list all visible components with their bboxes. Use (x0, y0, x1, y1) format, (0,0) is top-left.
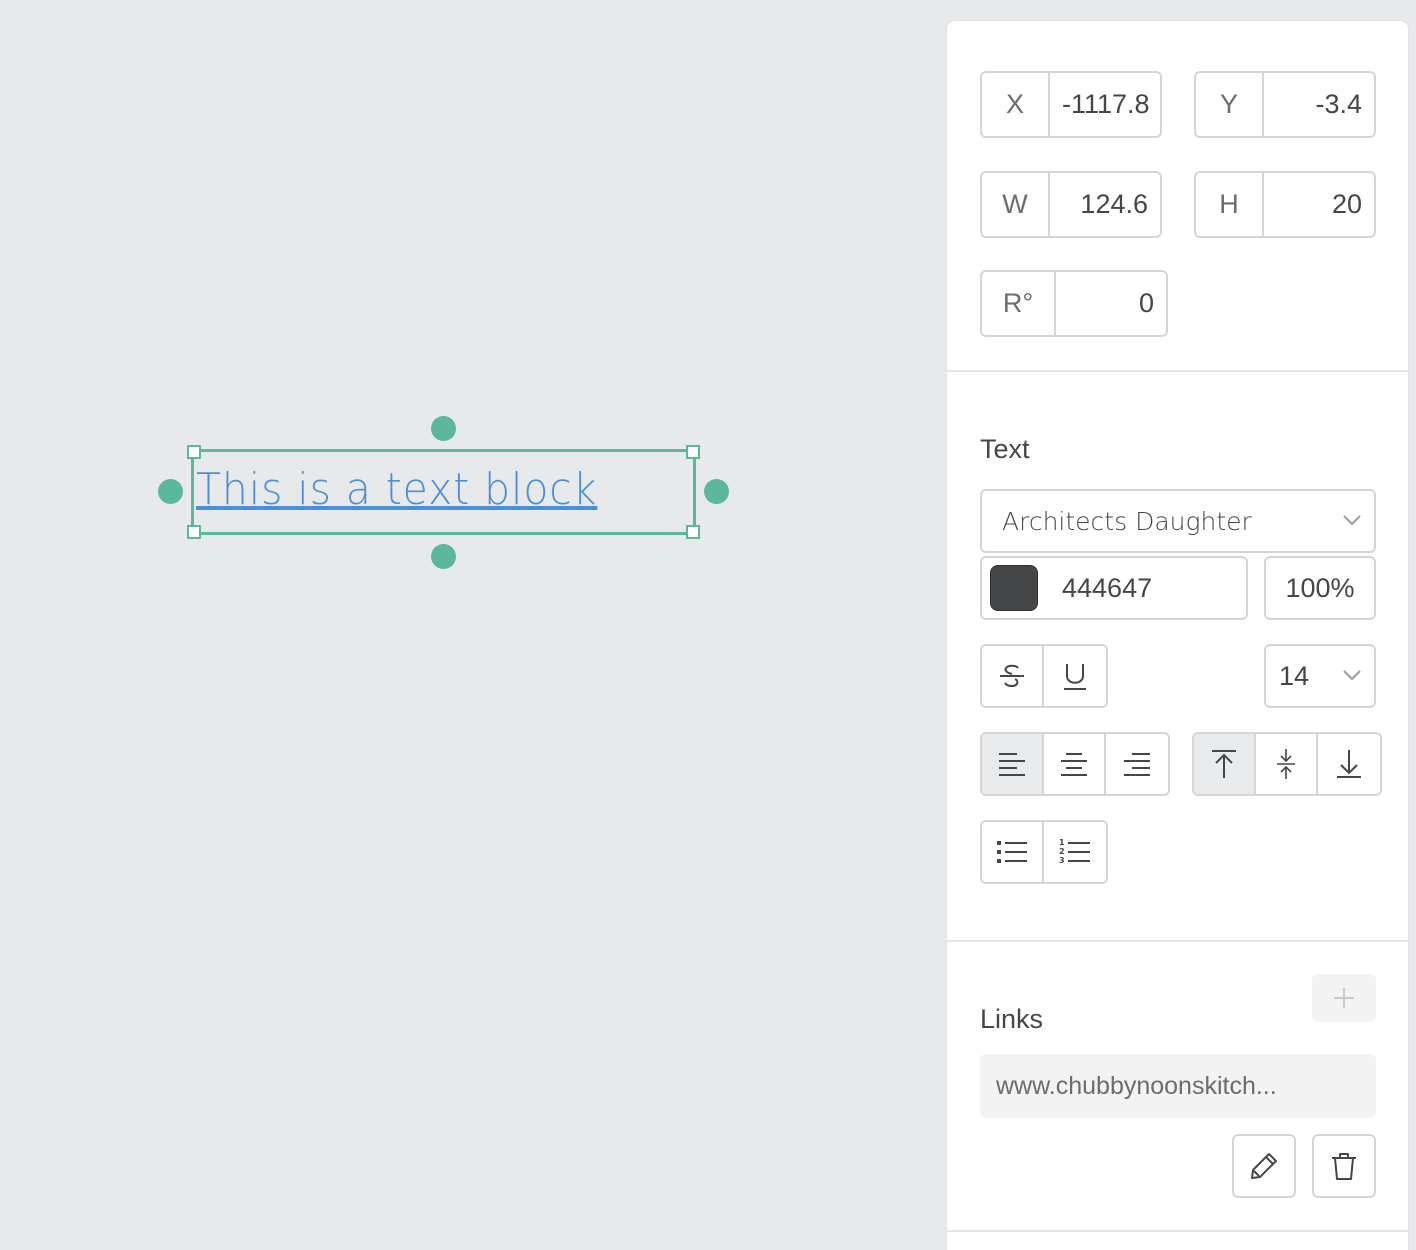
resize-handle-top-right[interactable] (686, 445, 700, 459)
connection-point-top[interactable] (431, 416, 456, 441)
x-label: X (982, 73, 1050, 136)
chevron-down-icon (1343, 515, 1361, 526)
pencil-icon (1251, 1153, 1277, 1179)
color-hex-input[interactable]: 444647 (1062, 573, 1152, 604)
numbered-list-icon: 123 (1059, 838, 1090, 865)
text-block-content[interactable]: This is a text block (196, 460, 656, 520)
h-label: H (1196, 173, 1264, 236)
align-middle-icon (1277, 749, 1295, 779)
color-field[interactable]: 444647 (980, 556, 1248, 620)
strikethrough-icon (1000, 664, 1024, 688)
w-field[interactable]: W 124.6 (980, 171, 1162, 238)
x-input[interactable]: -1117.8 (1050, 73, 1160, 136)
align-left-button[interactable] (982, 734, 1044, 794)
resize-handle-bottom-left[interactable] (187, 525, 201, 539)
rotation-input[interactable]: 0 (1056, 272, 1166, 335)
align-top-button[interactable] (1194, 734, 1256, 794)
w-label: W (982, 173, 1050, 236)
align-middle-button[interactable] (1256, 734, 1318, 794)
align-right-button[interactable] (1106, 734, 1168, 794)
geometry-section: X -1117.8 Y -3.4 W 124.6 H 20 R° 0 (947, 21, 1408, 372)
horizontal-align-group (980, 732, 1170, 796)
resize-handle-top-left[interactable] (187, 445, 201, 459)
links-section-title: Links (980, 1004, 1044, 1034)
rotation-field[interactable]: R° 0 (980, 270, 1168, 337)
connection-point-bottom[interactable] (431, 544, 456, 569)
vertical-align-group (1192, 732, 1382, 796)
color-swatch[interactable] (990, 565, 1038, 611)
chevron-down-icon (1343, 670, 1361, 681)
opacity-input[interactable]: 100% (1264, 556, 1376, 620)
font-family-value: Architects Daughter (1002, 506, 1252, 536)
numbered-list-button[interactable]: 123 (1044, 822, 1106, 882)
x-field[interactable]: X -1117.8 (980, 71, 1162, 138)
bullet-list-icon (997, 841, 1027, 863)
selected-text-block[interactable]: This is a text block (191, 449, 696, 535)
y-label: Y (1196, 73, 1264, 136)
w-input[interactable]: 124.6 (1050, 173, 1160, 236)
align-center-button[interactable] (1044, 734, 1106, 794)
y-input[interactable]: -3.4 (1264, 73, 1374, 136)
align-left-icon (999, 753, 1025, 776)
svg-text:3: 3 (1059, 856, 1065, 865)
underline-icon (1064, 664, 1086, 690)
text-section-title: Text (980, 434, 1030, 464)
properties-panel: X -1117.8 Y -3.4 W 124.6 H 20 R° 0 Text … (947, 21, 1408, 1250)
rotation-label: R° (982, 272, 1056, 335)
align-bottom-button[interactable] (1318, 734, 1380, 794)
align-right-icon (1124, 753, 1150, 776)
svg-text:1: 1 (1059, 838, 1065, 847)
font-size-select[interactable]: 14 (1264, 644, 1376, 708)
link-url-field[interactable]: www.chubbynoonskitch... (980, 1054, 1376, 1118)
delete-link-button[interactable] (1312, 1134, 1376, 1198)
align-center-icon (1061, 753, 1087, 776)
underline-button[interactable] (1044, 646, 1106, 706)
connection-point-right[interactable] (704, 479, 729, 504)
align-top-icon (1212, 750, 1236, 778)
h-field[interactable]: H 20 (1194, 171, 1376, 238)
bullet-list-button[interactable] (982, 822, 1044, 882)
strikethrough-button[interactable] (982, 646, 1044, 706)
resize-handle-bottom-right[interactable] (686, 525, 700, 539)
list-style-group: 123 (980, 820, 1108, 884)
y-field[interactable]: Y -3.4 (1194, 71, 1376, 138)
svg-text:2: 2 (1059, 847, 1065, 856)
font-size-value: 14 (1279, 660, 1310, 691)
edit-link-button[interactable] (1232, 1134, 1296, 1198)
trash-icon (1332, 1153, 1356, 1180)
canvas[interactable]: This is a text block (0, 0, 946, 1250)
text-decoration-group (980, 644, 1108, 708)
align-bottom-icon (1337, 750, 1361, 778)
h-input[interactable]: 20 (1264, 173, 1374, 236)
add-link-button[interactable] (1312, 974, 1376, 1022)
connection-point-left[interactable] (158, 479, 183, 504)
plus-icon (1334, 988, 1354, 1008)
font-family-select[interactable]: Architects Daughter (980, 489, 1376, 553)
